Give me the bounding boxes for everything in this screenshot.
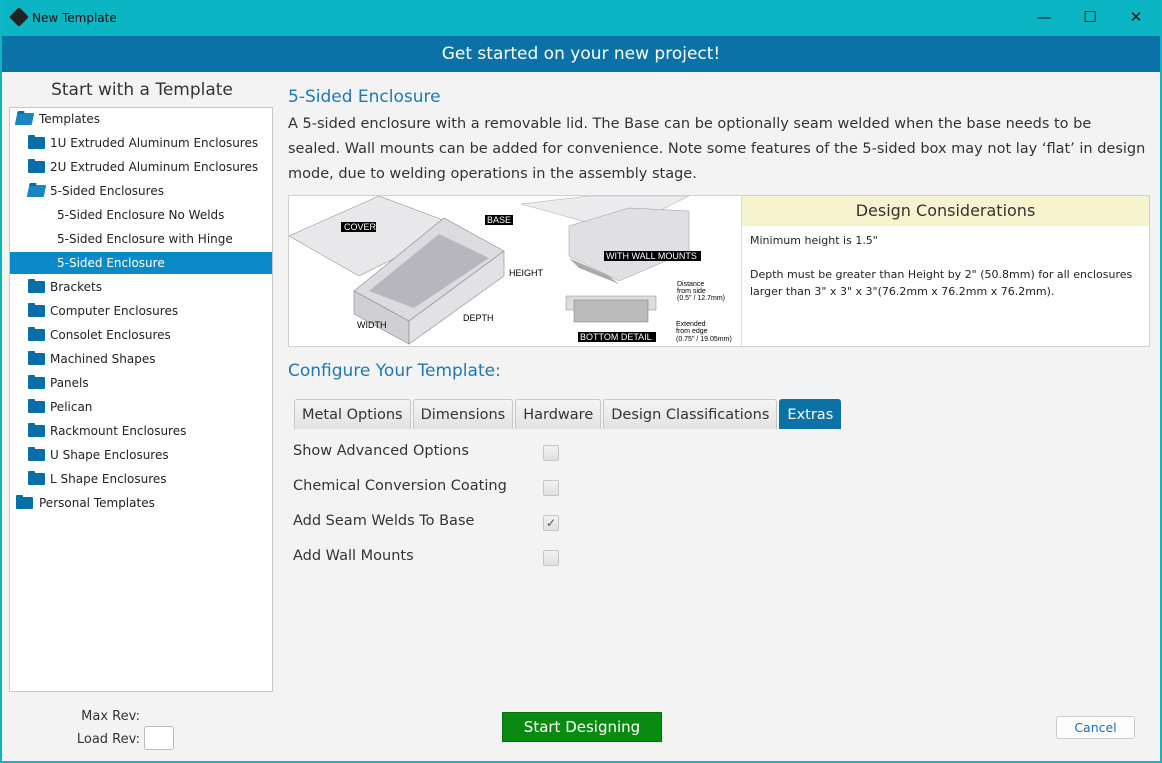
tree-item[interactable]: Panels	[10, 372, 272, 394]
config-tabs: Metal Options Dimensions Hardware Design…	[294, 399, 842, 429]
folder-icon	[28, 303, 45, 317]
folder-icon	[28, 399, 45, 413]
new-template-window: New Template — ☐ ✕ Get started on your n…	[2, 0, 1160, 761]
cover-label: COVER	[344, 222, 377, 232]
tab-metal-options[interactable]: Metal Options	[294, 399, 411, 429]
folder-icon	[28, 159, 45, 173]
extended-label: Extended	[676, 321, 706, 328]
close-button[interactable]: ✕	[1126, 8, 1146, 26]
folder-icon	[28, 279, 45, 293]
tree-item[interactable]: Consolet Enclosures	[10, 324, 272, 346]
tree-item-label: 5-Sided Enclosures	[50, 184, 164, 198]
tree-item-label: Panels	[50, 376, 89, 390]
option-label: Chemical Conversion Coating	[293, 478, 507, 494]
tree-item-label: Brackets	[50, 280, 102, 294]
height-label: HEIGHT	[509, 268, 544, 278]
tree-item-label: Pelican	[50, 400, 93, 414]
folder-icon	[28, 135, 45, 149]
option-checkbox[interactable]	[543, 550, 559, 566]
tree-item[interactable]: 1U Extruded Aluminum Enclosures	[10, 132, 272, 154]
depth-label: DEPTH	[463, 313, 494, 323]
folder-open-icon	[26, 185, 47, 197]
tree-item-label: L Shape Enclosures	[50, 472, 167, 486]
tree-item[interactable]: 5-Sided Enclosure No Welds	[10, 204, 272, 226]
folder-icon	[16, 495, 33, 509]
template-list-heading: Start with a Template	[51, 80, 233, 100]
app-logo-icon	[9, 7, 29, 27]
tree-item-label: 1U Extruded Aluminum Enclosures	[50, 136, 259, 150]
tab-extras[interactable]: Extras	[779, 399, 842, 429]
option-label: Add Seam Welds To Base	[293, 513, 475, 529]
tree-item[interactable]: Machined Shapes	[10, 348, 272, 370]
folder-icon	[28, 447, 45, 461]
maximize-button[interactable]: ☐	[1080, 8, 1100, 26]
base-label: BASE	[487, 215, 511, 225]
folder-icon	[28, 423, 45, 437]
wall-mounts-label: WITH WALL MOUNTS	[606, 251, 697, 261]
distance-label: Distance	[677, 281, 704, 288]
folder-icon	[28, 375, 45, 389]
tree-item[interactable]: Pelican	[10, 396, 272, 418]
load-rev-input[interactable]	[144, 726, 174, 750]
tree-item-label: Templates	[39, 112, 101, 126]
distance-label-2: from side	[677, 288, 706, 295]
folder-open-icon	[14, 113, 35, 125]
design-considerations-panel: Design Considerations Minimum height is …	[741, 196, 1149, 346]
tree-item[interactable]: Templates	[10, 108, 272, 130]
tree-item[interactable]: Personal Templates	[10, 492, 272, 514]
tree-item[interactable]: U Shape Enclosures	[10, 444, 272, 466]
option-checkbox[interactable]: ✓	[543, 515, 559, 531]
tree-item-label: Rackmount Enclosures	[50, 424, 187, 438]
tab-design-classifications[interactable]: Design Classifications	[603, 399, 778, 429]
tree-item[interactable]: Computer Enclosures	[10, 300, 272, 322]
tree-item[interactable]: 5-Sided Enclosure with Hinge	[10, 228, 272, 250]
consideration-item: Minimum height is 1.5"	[750, 234, 878, 247]
folder-icon	[28, 351, 45, 365]
title-bar: New Template — ☐ ✕	[2, 0, 1160, 36]
template-description: A 5-sided enclosure with a removable lid…	[288, 116, 1146, 182]
option-checkbox[interactable]	[543, 480, 559, 496]
template-tree[interactable]: Templates 1U Extruded Aluminum Enclosures…	[9, 107, 273, 692]
tree-item-label: Machined Shapes	[50, 352, 156, 366]
tree-item[interactable]: L Shape Enclosures	[10, 468, 272, 490]
folder-icon	[28, 471, 45, 485]
minimize-button[interactable]: —	[1034, 8, 1054, 26]
enclosure-illustration: COVER BASE HEIGHT WIDTH DEPTH WITH WALL …	[288, 195, 732, 345]
start-designing-button[interactable]: Start Designing	[502, 712, 662, 742]
option-checkbox[interactable]	[543, 445, 559, 461]
window-title: New Template	[32, 11, 117, 25]
tab-dimensions[interactable]: Dimensions	[412, 399, 514, 429]
load-rev-label: Load Rev:	[76, 732, 140, 747]
tree-item-label: Personal Templates	[39, 496, 155, 510]
tree-item[interactable]: 2U Extruded Aluminum Enclosures	[10, 156, 272, 178]
template-title: 5-Sided Enclosure	[288, 87, 441, 107]
bottom-detail-label: BOTTOM DETAIL	[580, 332, 652, 342]
configure-heading: Configure Your Template:	[288, 361, 501, 381]
max-rev-label: Max Rev:	[81, 709, 140, 724]
tree-item-label: Computer Enclosures	[50, 304, 179, 318]
option-label: Add Wall Mounts	[293, 548, 414, 564]
tree-item-label: 5-Sided Enclosure with Hinge	[57, 232, 233, 246]
tab-hardware[interactable]: Hardware	[515, 399, 602, 429]
tree-item-label: U Shape Enclosures	[50, 448, 169, 462]
consideration-item: Depth must be greater than Height by 2" …	[750, 268, 1133, 298]
cancel-button[interactable]: Cancel	[1056, 716, 1135, 739]
design-considerations-title: Design Considerations	[742, 196, 1149, 226]
template-preview: COVER BASE HEIGHT WIDTH DEPTH WITH WALL …	[288, 195, 1150, 347]
tree-item-label: 5-Sided Enclosure No Welds	[57, 208, 225, 222]
tree-item[interactable]: Brackets	[10, 276, 272, 298]
tree-item[interactable]: 5-Sided Enclosure	[10, 252, 272, 274]
tree-item[interactable]: Rackmount Enclosures	[10, 420, 272, 442]
option-label: Show Advanced Options	[293, 443, 469, 459]
folder-icon	[28, 327, 45, 341]
distance-value: (0.5" / 12.7mm)	[677, 295, 725, 302]
tree-item-label: 2U Extruded Aluminum Enclosures	[50, 160, 259, 174]
tree-item[interactable]: 5-Sided Enclosures	[10, 180, 272, 202]
tree-item-label: Consolet Enclosures	[50, 328, 171, 342]
width-label: WIDTH	[357, 320, 387, 330]
extended-value: (0.75" / 19.05mm)	[676, 336, 732, 343]
banner: Get started on your new project!	[2, 36, 1160, 72]
extended-label-2: from edge	[676, 328, 708, 335]
tree-item-label: 5-Sided Enclosure	[57, 256, 165, 270]
